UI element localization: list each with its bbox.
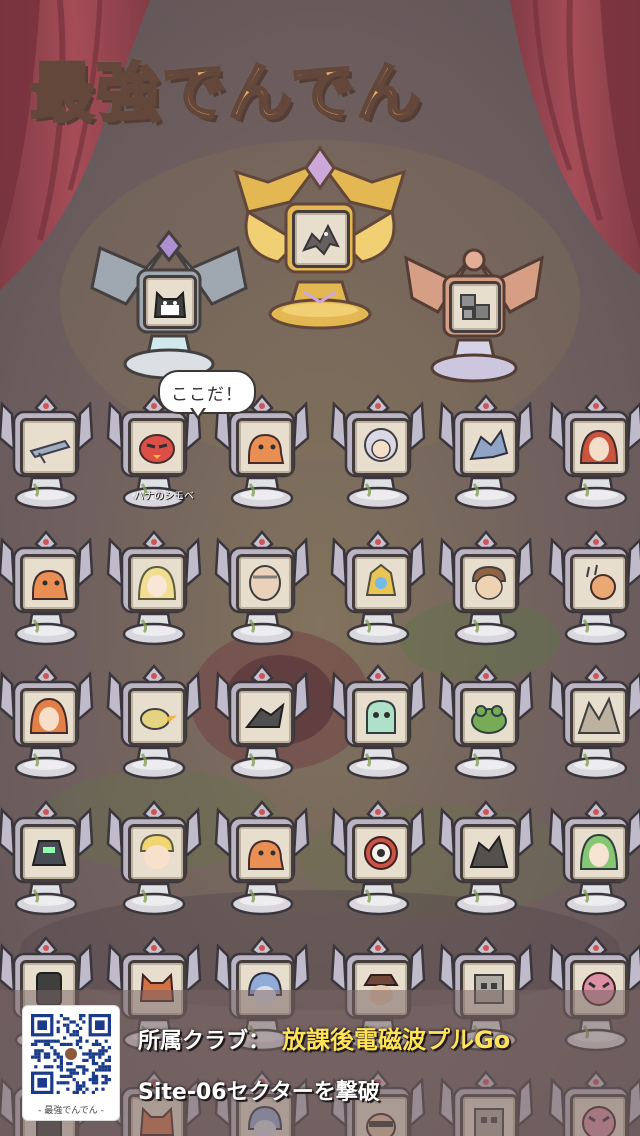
character-pedestal[interactable]: [438, 528, 534, 650]
mecha-dragon-icon: [460, 418, 518, 476]
club-label: 所属クラブ：: [138, 1029, 271, 1054]
black-mecha-icon: [20, 824, 78, 882]
speech-bubble-tail-fill: [192, 407, 204, 416]
orange-hair-girl-icon: [20, 688, 78, 746]
character-pedestal[interactable]: [214, 662, 310, 784]
duck-icon: [128, 688, 186, 746]
character-pedestal[interactable]: [0, 528, 94, 650]
curly-hair-girl-icon: [352, 418, 410, 476]
dark-dragon-icon: [236, 688, 294, 746]
qr-card[interactable]: - 最強でんでん -: [22, 1005, 120, 1121]
logo-text: 最強でんでん: [29, 55, 423, 132]
character-pedestal[interactable]: [438, 392, 534, 514]
collection-screen: 最強でんでん ここだ！ ハナのシモベ - 最強でんでん - 所属クラブ： 放課後…: [0, 0, 640, 1136]
cat-portrait-icon: [143, 275, 197, 329]
orange-blob-icon: [236, 824, 294, 882]
bronze-trophy[interactable]: [394, 240, 554, 390]
dark-beast-icon: [460, 824, 518, 882]
speech-bubble-text: ここだ！: [171, 384, 243, 405]
speech-bubble: ここだ！: [158, 370, 256, 414]
character-pedestal[interactable]: [548, 392, 640, 514]
character-pedestal[interactable]: [330, 662, 426, 784]
old-man-icon: [236, 554, 294, 612]
robot-portrait-icon: [449, 281, 501, 333]
character-pedestal[interactable]: [330, 392, 426, 514]
blonde-girl-icon: [128, 554, 186, 612]
qr-code: [31, 1014, 111, 1094]
cave-scene-icon: [570, 688, 628, 746]
red-hair-girl-icon: [570, 418, 628, 476]
character-pedestal[interactable]: [0, 798, 94, 920]
club-line: 所属クラブ： 放課後電磁波プルGo: [138, 1020, 510, 1056]
red-bird-icon: [128, 418, 186, 476]
character-pedestal[interactable]: [0, 662, 94, 784]
golden-armor-icon: [352, 554, 410, 612]
green-frog-icon: [460, 688, 518, 746]
eyeball-icon: [352, 824, 410, 882]
character-pedestal[interactable]: [330, 528, 426, 650]
gold-trophy[interactable]: [228, 142, 412, 342]
character-pedestal[interactable]: [0, 392, 94, 514]
orange-blob-icon: [236, 418, 294, 476]
character-pedestal[interactable]: [330, 798, 426, 920]
character-pedestal[interactable]: [106, 528, 202, 650]
character-pedestal[interactable]: [106, 662, 202, 784]
green-ghost-icon: [352, 688, 410, 746]
character-pedestal[interactable]: [106, 798, 202, 920]
character-pedestal[interactable]: [438, 662, 534, 784]
character-pedestal[interactable]: [548, 528, 640, 650]
character-pedestal[interactable]: [548, 662, 640, 784]
airship-icon: [20, 418, 78, 476]
green-hair-girl-icon: [570, 824, 628, 882]
character-pedestal[interactable]: [214, 798, 310, 920]
character-pedestal[interactable]: [438, 798, 534, 920]
character-pedestal[interactable]: [214, 528, 310, 650]
brown-hair-boy-icon: [460, 554, 518, 612]
club-name: 放課後電磁波プルGo: [282, 1026, 511, 1054]
blonde-boy-icon: [128, 824, 186, 882]
sector-text: Site-06セクターを撃破: [138, 1080, 380, 1105]
snail-icon: [570, 554, 628, 612]
silver-trophy[interactable]: [86, 228, 252, 388]
selected-character-label: ハナのシモベ: [134, 491, 194, 502]
dragon-portrait-icon: [292, 210, 350, 268]
character-pedestal[interactable]: [548, 798, 640, 920]
game-logo: 最強でんでん: [29, 40, 440, 135]
orange-blob-icon: [20, 554, 78, 612]
qr-caption: - 最強でんでん -: [38, 1106, 104, 1116]
